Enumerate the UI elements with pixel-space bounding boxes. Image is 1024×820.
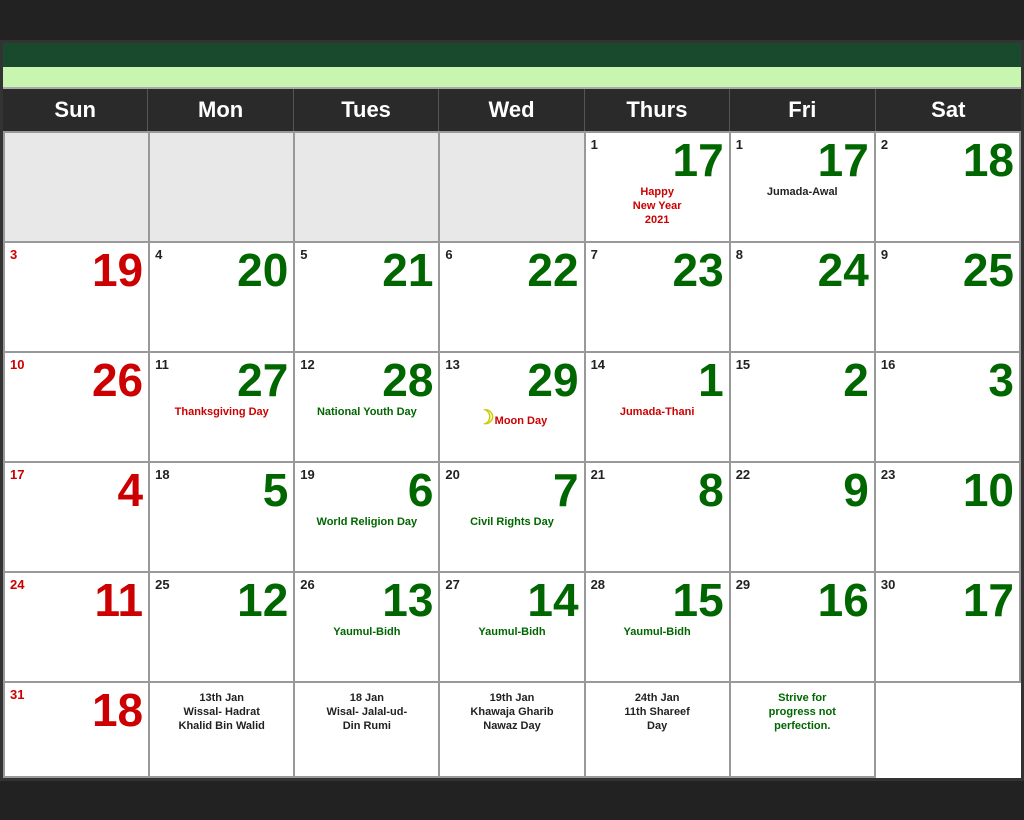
cal-cell: 31 18: [5, 683, 150, 778]
hijri-title: [3, 67, 1021, 89]
day-header-mon: Mon: [148, 89, 293, 131]
day-headers: SunMonTuesWedThursFriSat: [3, 89, 1021, 131]
cal-cell: 24th Jan 11th Shareef Day: [586, 683, 731, 778]
cal-cell: 2 18: [876, 133, 1021, 243]
cal-cell: 12 28 National Youth Day: [295, 353, 440, 463]
day-header-thurs: Thurs: [585, 89, 730, 131]
cal-cell: 18 5: [150, 463, 295, 573]
cal-cell: 26 13 Yaumul-Bidh: [295, 573, 440, 683]
cal-cell: 7 23: [586, 243, 731, 353]
cal-cell: [5, 133, 150, 243]
cal-cell: 30 17: [876, 573, 1021, 683]
cal-cell: 17 4: [5, 463, 150, 573]
cal-cell: 5 21: [295, 243, 440, 353]
cal-cell: 10 26: [5, 353, 150, 463]
calendar: SunMonTuesWedThursFriSat 1 17 Happy New …: [0, 40, 1024, 781]
cal-cell: 20 7 Civil Rights Day: [440, 463, 585, 573]
cal-cell: 4 20: [150, 243, 295, 353]
cal-cell: 14 1 Jumada-Thani: [586, 353, 731, 463]
cal-cell: [150, 133, 295, 243]
cal-cell: 29 16: [731, 573, 876, 683]
cal-cell: 1 17 Jumada-Awal: [731, 133, 876, 243]
cal-cell: [440, 133, 585, 243]
cal-cell: 18 Jan Wisal- Jalal-ud- Din Rumi: [295, 683, 440, 778]
cal-cell: Strive for progress not perfection.: [731, 683, 876, 778]
cal-cell: 8 24: [731, 243, 876, 353]
cal-cell: 11 27 Thanksgiving Day: [150, 353, 295, 463]
cal-cell: 9 25: [876, 243, 1021, 353]
cal-cell: 21 8: [586, 463, 731, 573]
day-header-tues: Tues: [294, 89, 439, 131]
cal-cell: 25 12: [150, 573, 295, 683]
cal-cell: 19 6 World Religion Day: [295, 463, 440, 573]
cal-cell: 13th Jan Wissal- Hadrat Khalid Bin Walid: [150, 683, 295, 778]
cal-cell: 27 14 Yaumul-Bidh: [440, 573, 585, 683]
cal-cell: 28 15 Yaumul-Bidh: [586, 573, 731, 683]
day-header-fri: Fri: [730, 89, 875, 131]
day-header-sun: Sun: [3, 89, 148, 131]
cal-cell: 6 22: [440, 243, 585, 353]
day-header-sat: Sat: [876, 89, 1021, 131]
cal-cell: 13 29 ☽Moon Day: [440, 353, 585, 463]
cal-cell: 24 11: [5, 573, 150, 683]
cal-cell: [295, 133, 440, 243]
cal-cell: 3 19: [5, 243, 150, 353]
calendar-grid: 1 17 Happy New Year 2021 1 17 Jumada-Awa…: [3, 131, 1021, 778]
cal-cell: 16 3: [876, 353, 1021, 463]
cal-cell: 19th Jan Khawaja Gharib Nawaz Day: [440, 683, 585, 778]
cal-cell: 22 9: [731, 463, 876, 573]
day-header-wed: Wed: [439, 89, 584, 131]
calendar-title: [3, 43, 1021, 67]
cal-cell: 15 2: [731, 353, 876, 463]
cal-cell: 1 17 Happy New Year 2021: [586, 133, 731, 243]
cal-cell: 23 10: [876, 463, 1021, 573]
